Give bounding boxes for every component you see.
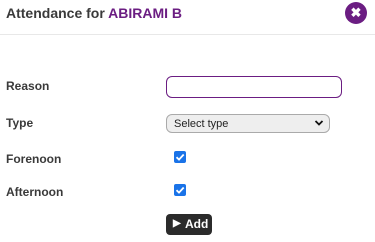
reason-input[interactable]	[166, 76, 342, 98]
dialog-title: Attendance for ABIRAMI B	[6, 5, 182, 21]
add-button-label: Add	[185, 217, 209, 231]
close-icon: ✖	[350, 5, 362, 20]
afternoon-label: Afternoon	[6, 185, 64, 199]
forenoon-checkbox[interactable]	[174, 151, 186, 163]
add-button[interactable]: ▶ Add	[166, 214, 212, 235]
close-button[interactable]: ✖	[345, 2, 367, 24]
dialog-header: Attendance for ABIRAMI B ✖	[0, 0, 375, 34]
student-name: ABIRAMI B	[108, 5, 183, 21]
type-select[interactable]: Select type	[166, 114, 330, 133]
checkmark-icon	[175, 186, 185, 194]
play-icon: ▶	[173, 218, 181, 229]
attendance-dialog: Attendance for ABIRAMI B ✖ Reason Type S…	[0, 0, 375, 242]
type-selected-value: Select type	[174, 118, 229, 130]
header-divider	[0, 34, 375, 35]
title-prefix: Attendance for	[6, 5, 109, 21]
afternoon-checkbox[interactable]	[174, 184, 186, 196]
reason-label: Reason	[6, 79, 50, 93]
type-label: Type	[6, 116, 34, 130]
checkmark-icon	[175, 153, 185, 161]
chevron-down-icon	[314, 120, 324, 126]
forenoon-label: Forenoon	[6, 152, 62, 166]
